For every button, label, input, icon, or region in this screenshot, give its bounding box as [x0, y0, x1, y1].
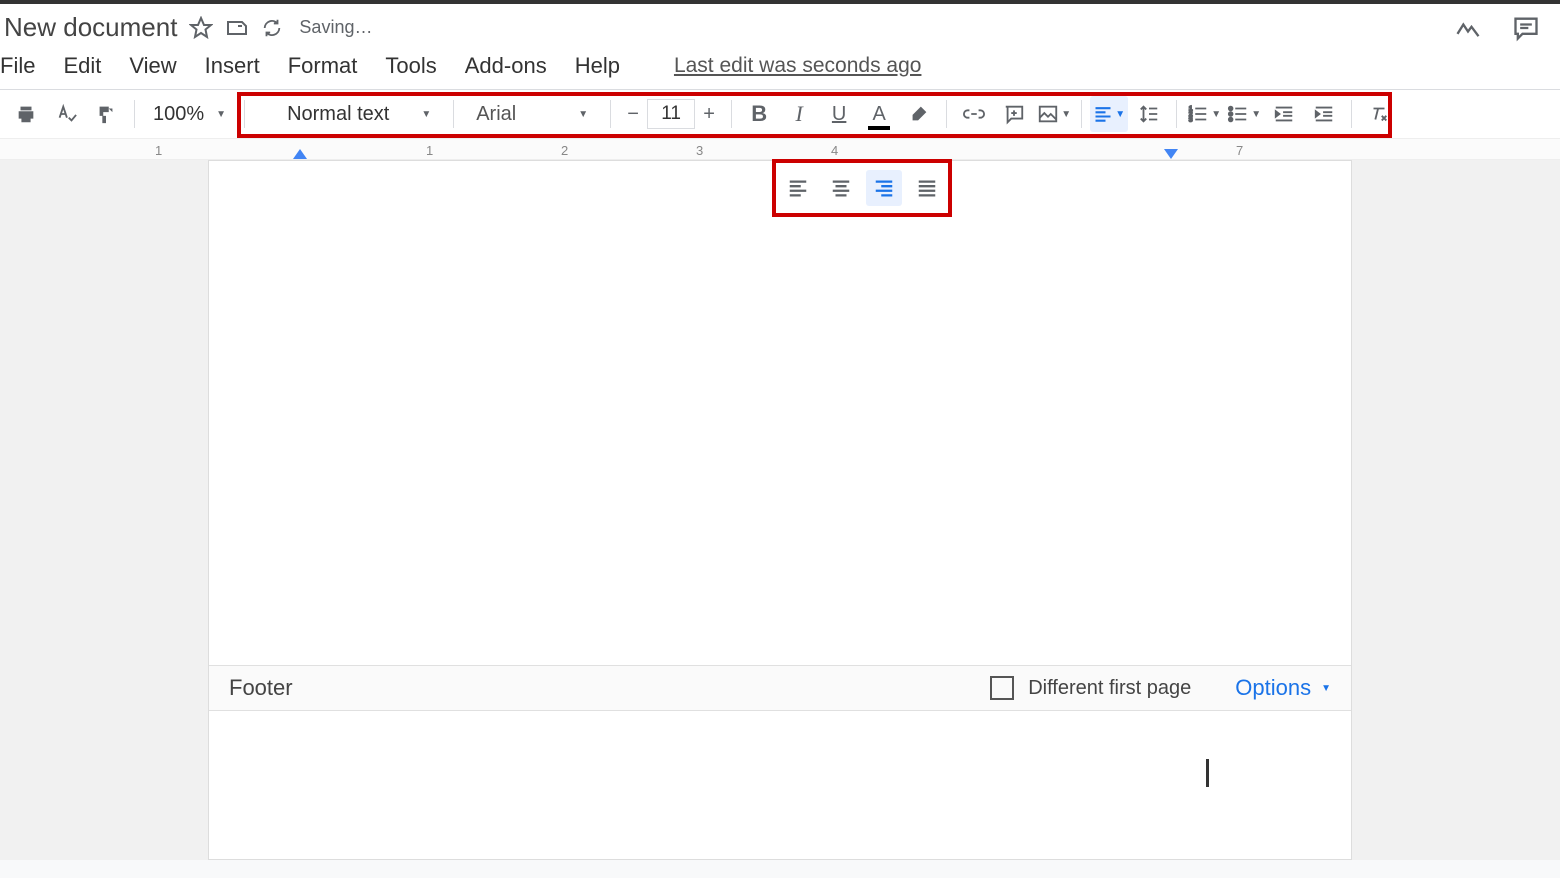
highlight-color-button[interactable]: [900, 96, 938, 132]
ruler-number: 4: [831, 143, 838, 158]
ruler-number: 7: [1236, 143, 1243, 158]
menu-view[interactable]: View: [129, 53, 176, 79]
alignment-popup: [772, 159, 952, 217]
add-comment-button[interactable]: [995, 96, 1033, 132]
decrease-font-button[interactable]: −: [619, 99, 647, 129]
increase-font-button[interactable]: +: [695, 99, 723, 129]
menu-tools[interactable]: Tools: [385, 53, 436, 79]
spellcheck-icon[interactable]: [48, 96, 84, 132]
right-indent-marker[interactable]: [1164, 149, 1178, 159]
align-left-button[interactable]: [780, 170, 816, 206]
footer-bar: Footer Different first page Options▼: [209, 665, 1351, 711]
bulleted-list-button[interactable]: ▼: [1225, 96, 1263, 132]
document-title[interactable]: New document: [4, 12, 177, 43]
horizontal-ruler[interactable]: 1 1 2 3 4 7: [0, 138, 1560, 160]
font-value: Arial: [476, 103, 516, 126]
different-first-page-checkbox[interactable]: [990, 676, 1014, 700]
document-canvas: Footer Different first page Options▼: [0, 160, 1560, 860]
caret-icon: ▼: [421, 109, 431, 120]
document-page[interactable]: Footer Different first page Options▼: [208, 160, 1352, 860]
activity-icon[interactable]: [1454, 14, 1482, 42]
caret-icon: ▼: [578, 109, 588, 120]
saving-status: Saving…: [299, 17, 372, 38]
align-right-button[interactable]: [866, 170, 902, 206]
menu-addons[interactable]: Add-ons: [465, 53, 547, 79]
paragraph-style-select[interactable]: Normal text ▼: [273, 103, 445, 126]
move-icon[interactable]: [225, 16, 249, 40]
style-value: Normal text: [287, 103, 389, 126]
ruler-number: 2: [561, 143, 568, 158]
align-center-button[interactable]: [823, 170, 859, 206]
font-size-input[interactable]: [647, 99, 695, 129]
menu-help[interactable]: Help: [575, 53, 620, 79]
sync-icon: [261, 17, 283, 39]
align-button[interactable]: ▼: [1090, 96, 1128, 132]
italic-button[interactable]: I: [780, 96, 818, 132]
text-color-button[interactable]: A: [860, 96, 898, 132]
insert-link-button[interactable]: [955, 96, 993, 132]
last-edit-link[interactable]: Last edit was seconds ago: [674, 54, 922, 78]
svg-text:3: 3: [1189, 116, 1193, 123]
line-spacing-button[interactable]: [1130, 96, 1168, 132]
decrease-indent-button[interactable]: [1265, 96, 1303, 132]
increase-indent-button[interactable]: [1305, 96, 1343, 132]
text-cursor: [1206, 759, 1209, 787]
zoom-select[interactable]: 100% ▼: [145, 103, 234, 126]
different-first-page-label: Different first page: [1028, 677, 1191, 700]
ruler-number: 1: [426, 143, 433, 158]
menu-format[interactable]: Format: [288, 53, 358, 79]
caret-icon: ▼: [216, 109, 226, 120]
menu-insert[interactable]: Insert: [205, 53, 260, 79]
menu-edit[interactable]: Edit: [63, 53, 101, 79]
align-justify-button[interactable]: [909, 170, 945, 206]
font-family-select[interactable]: Arial ▼: [462, 103, 602, 126]
paint-format-icon[interactable]: [88, 96, 124, 132]
ruler-number: 3: [696, 143, 703, 158]
footer-options-button[interactable]: Options▼: [1235, 675, 1331, 701]
footer-label: Footer: [229, 675, 293, 701]
menu-file[interactable]: File: [0, 53, 35, 79]
underline-button[interactable]: U: [820, 96, 858, 132]
zoom-value: 100%: [153, 103, 204, 126]
clear-formatting-button[interactable]: [1360, 96, 1398, 132]
star-icon[interactable]: [189, 16, 213, 40]
numbered-list-button[interactable]: 123▼: [1185, 96, 1223, 132]
comments-icon[interactable]: [1512, 14, 1540, 42]
print-icon[interactable]: [8, 96, 44, 132]
insert-image-button[interactable]: ▼: [1035, 96, 1073, 132]
bold-button[interactable]: B: [740, 96, 778, 132]
ruler-number: 1: [155, 143, 162, 158]
left-indent-marker[interactable]: [293, 149, 307, 159]
